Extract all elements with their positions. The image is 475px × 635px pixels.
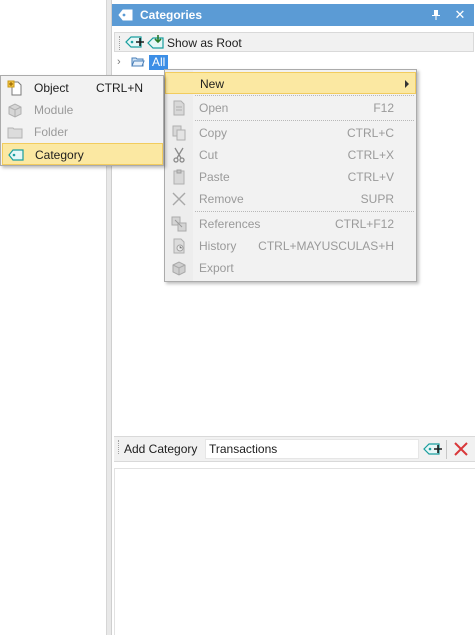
scissors-icon — [173, 147, 185, 163]
menu-item-history[interactable]: History CTRL+MAYUSCULAS+H — [165, 235, 416, 257]
menu-item-label: Remove — [199, 192, 244, 206]
module-cube-icon — [8, 103, 22, 118]
toolbar-separator — [446, 440, 447, 459]
category-tag-icon — [8, 149, 24, 161]
context-menu: New Open F12 Copy CTRL+C Cut CTRL+X Past… — [164, 69, 417, 282]
menu-item-shortcut: F12 — [373, 101, 394, 115]
menu-item-references[interactable]: References CTRL+F12 — [165, 213, 416, 235]
menu-item-export[interactable]: Export — [165, 257, 416, 279]
show-as-root-label: Show as Root — [167, 36, 242, 50]
add-category-label: Add Category — [124, 442, 198, 456]
new-object-icon — [7, 80, 22, 96]
menu-item-shortcut: CTRL+MAYUSCULAS+H — [258, 239, 394, 253]
pin-icon — [432, 10, 440, 20]
toolbar-gripper[interactable] — [119, 36, 122, 50]
menu-item-shortcut: SUPR — [360, 192, 394, 206]
menu-item-cut[interactable]: Cut CTRL+X — [165, 144, 416, 166]
x-mark-icon — [172, 192, 186, 206]
submenu-item-label: Category — [35, 148, 84, 162]
menu-item-label: Open — [199, 101, 229, 115]
submenu-item-shortcut: CTRL+N — [96, 81, 144, 95]
category-name-input[interactable] — [205, 439, 419, 459]
panel-title-bar: Categories ✕ — [112, 4, 474, 26]
add-category-bar: Add Category — [114, 436, 475, 462]
document-icon — [173, 100, 185, 116]
submenu-item-module[interactable]: Module — [2, 99, 163, 121]
submenu-item-label: Object — [34, 81, 69, 95]
menu-item-shortcut: CTRL+X — [347, 148, 394, 162]
menu-item-label: References — [199, 217, 261, 231]
submenu-item-object[interactable]: Object CTRL+N — [2, 77, 163, 99]
menu-item-shortcut: CTRL+C — [346, 126, 394, 140]
menu-item-open[interactable]: Open F12 — [165, 97, 416, 119]
new-submenu: Object CTRL+N Module Folder Category — [0, 75, 164, 166]
panel-toolbar: Show as Root — [114, 32, 474, 52]
submenu-item-folder[interactable]: Folder — [2, 121, 163, 143]
submenu-arrow-icon — [405, 80, 409, 88]
history-icon — [173, 238, 185, 254]
tree-node-all[interactable]: All — [149, 55, 169, 70]
menu-item-label: Cut — [199, 148, 218, 162]
submenu-item-label: Folder — [34, 125, 69, 139]
menu-item-label: Paste — [199, 170, 230, 184]
folder-icon — [7, 127, 23, 139]
category-tag-icon — [118, 9, 133, 21]
menu-item-shortcut: CTRL+F12 — [334, 217, 394, 231]
menu-item-shortcut: CTRL+V — [347, 170, 394, 184]
export-box-icon — [172, 261, 186, 276]
panel-title: Categories — [140, 8, 203, 22]
menu-item-paste[interactable]: Paste CTRL+V — [165, 166, 416, 188]
category-detail-area — [114, 468, 475, 635]
references-icon — [171, 216, 187, 232]
expand-chevron-icon[interactable]: › — [117, 56, 121, 68]
cancel-add-category-button[interactable] — [452, 440, 470, 458]
menu-item-remove[interactable]: Remove SUPR — [165, 188, 416, 210]
toolbar-gripper[interactable] — [118, 440, 121, 454]
menu-item-label: Copy — [199, 126, 228, 140]
menu-item-label: History — [199, 239, 237, 253]
copy-icon — [172, 125, 186, 141]
category-add-icon — [423, 443, 442, 455]
close-panel-button[interactable]: ✕ — [452, 6, 468, 24]
menu-item-new[interactable]: New — [165, 72, 416, 94]
show-as-root-icon — [147, 35, 164, 49]
menu-item-label: Export — [199, 261, 234, 275]
open-folder-icon — [131, 57, 145, 67]
menu-item-label: New — [200, 77, 225, 91]
submenu-item-category[interactable]: Category — [2, 143, 163, 165]
clipboard-icon — [173, 169, 185, 185]
add-category-toolbar-button[interactable] — [125, 35, 145, 51]
pin-button[interactable] — [428, 6, 444, 24]
menu-item-copy[interactable]: Copy CTRL+C — [165, 122, 416, 144]
submenu-item-label: Module — [34, 103, 74, 117]
confirm-add-category-button[interactable] — [423, 441, 443, 459]
category-add-icon — [125, 36, 144, 48]
close-icon — [454, 442, 468, 456]
